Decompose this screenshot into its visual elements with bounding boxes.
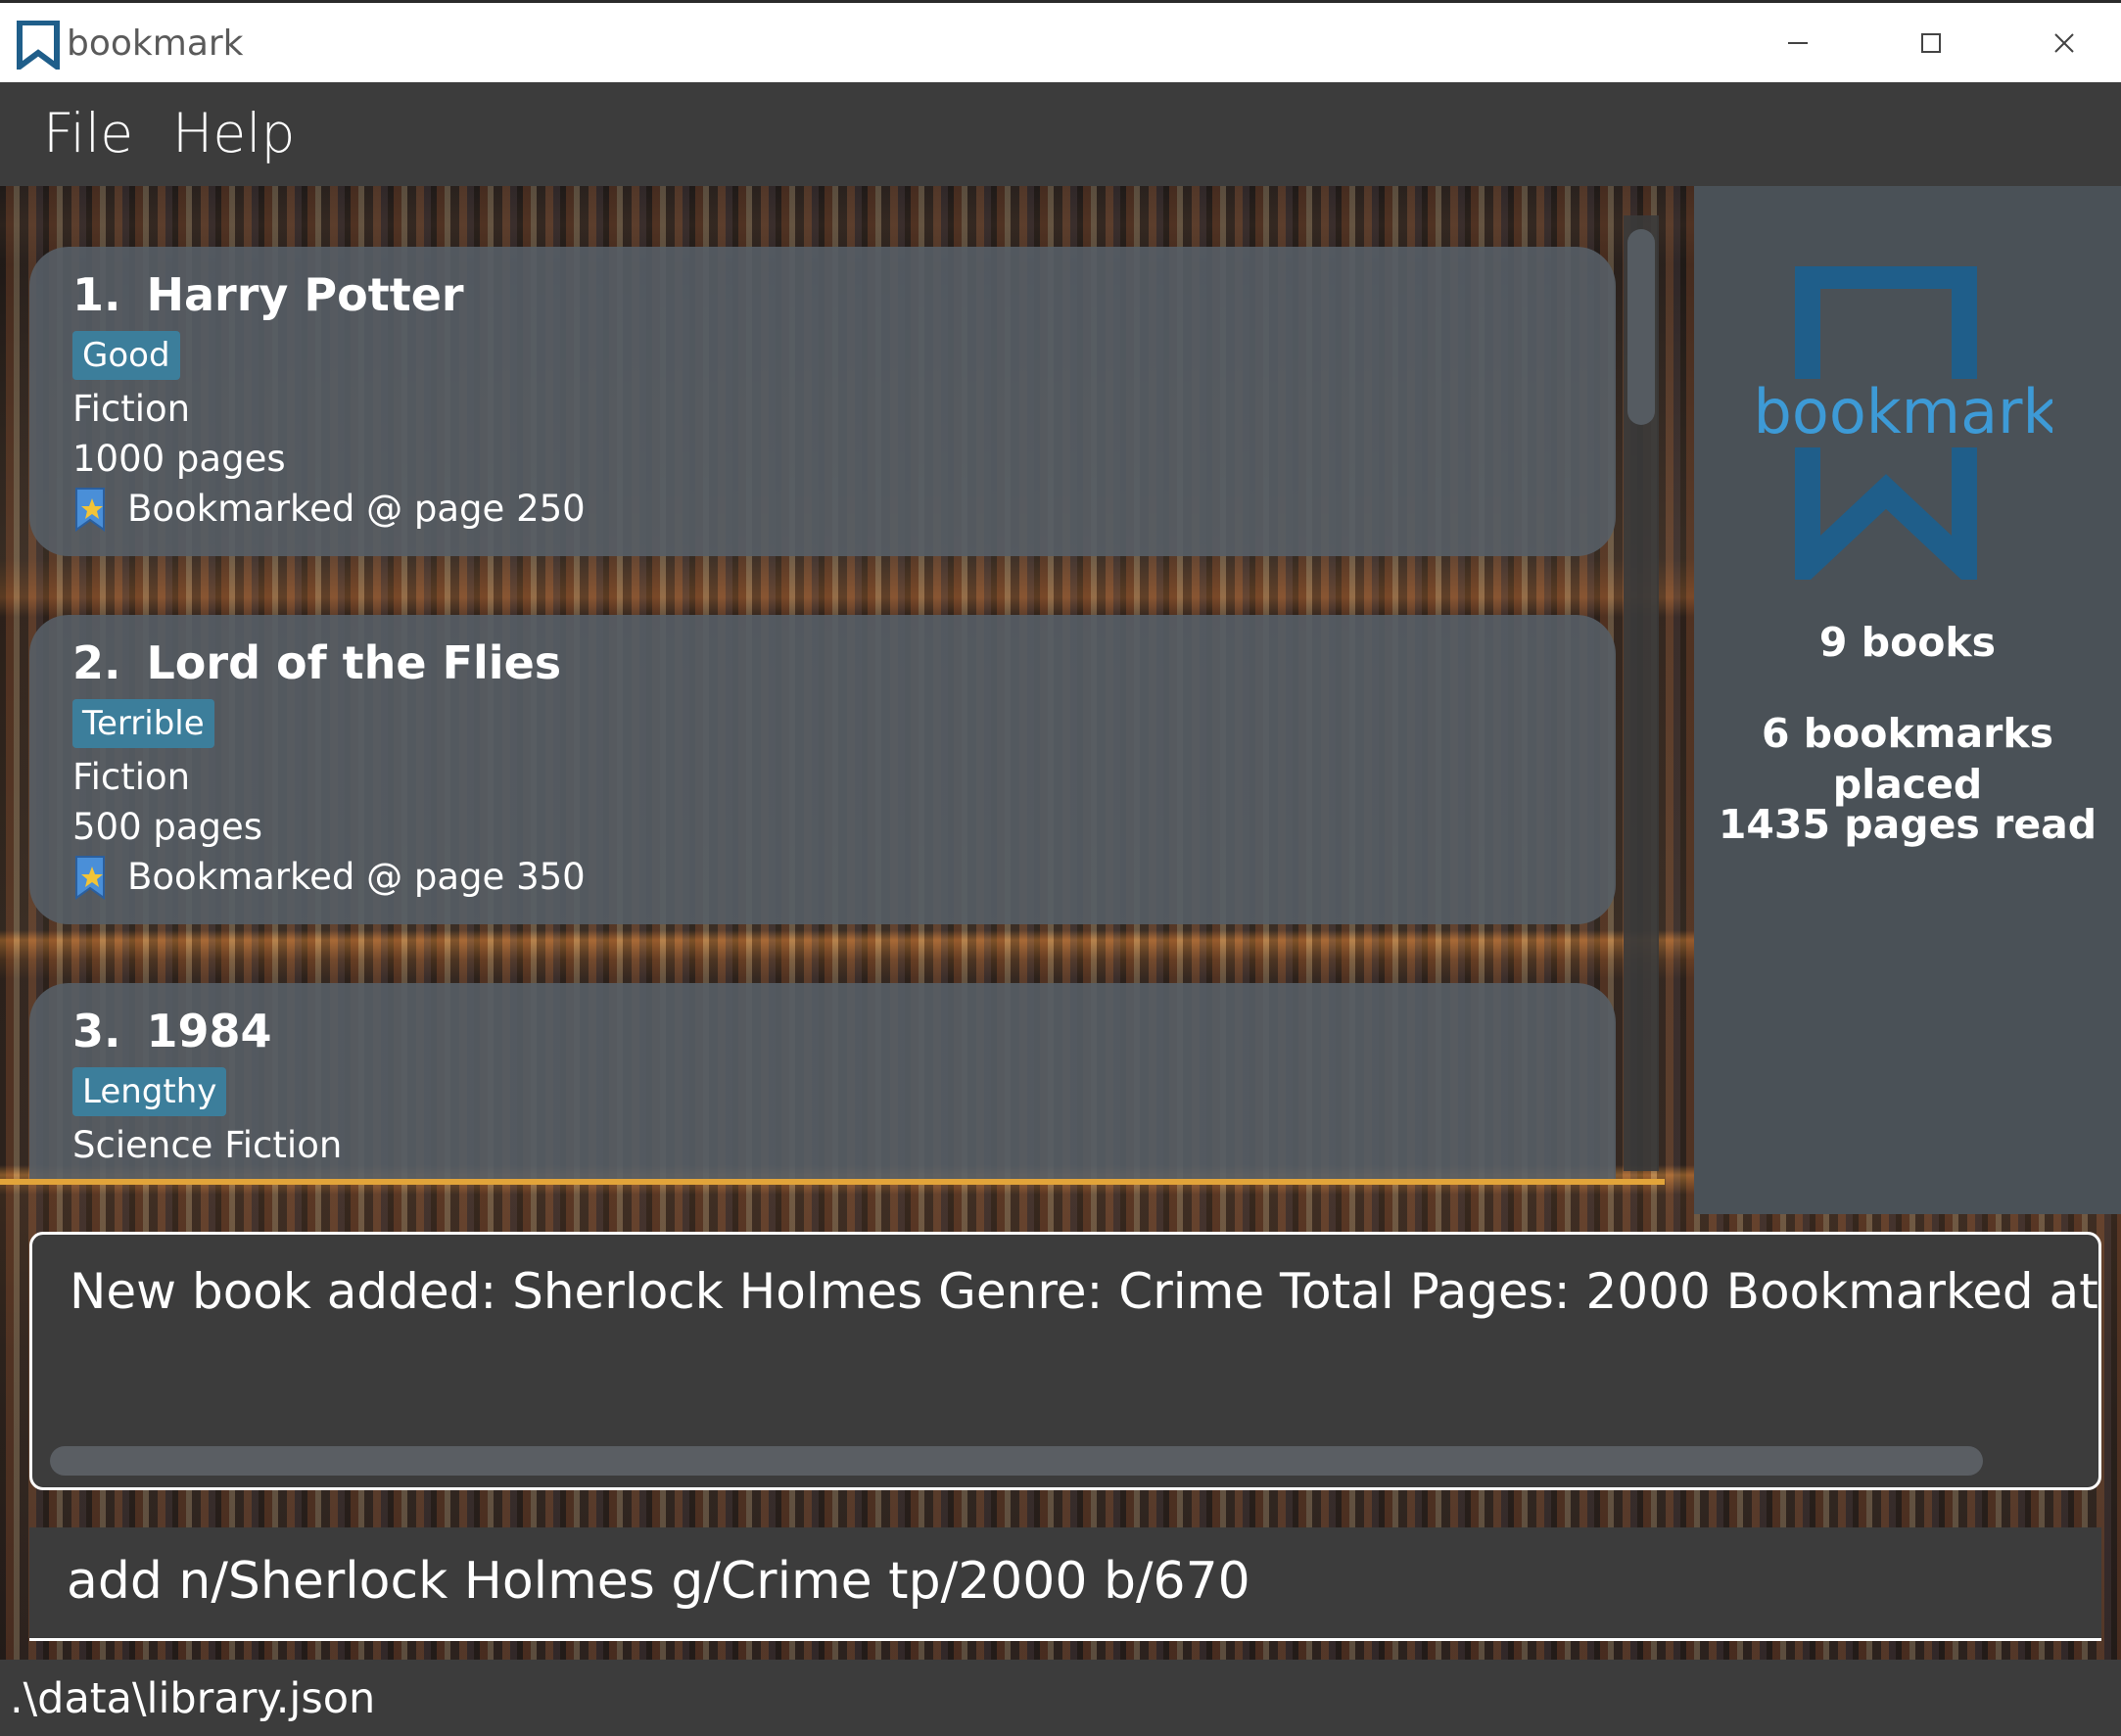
book-tag: Terrible <box>72 699 214 748</box>
result-text: New book added: Sherlock Holmes Genre: C… <box>70 1263 2101 1320</box>
book-card[interactable]: 2. Lord of the Flies Terrible Fiction 500… <box>29 615 1616 924</box>
book-card[interactable]: 1. Harry Potter Good Fiction 1000 pages B… <box>29 247 1616 556</box>
window-title: bookmark <box>67 23 244 64</box>
book-bookmark-row: Bookmarked @ page 350 <box>72 852 1616 902</box>
book-pages: 500 pages <box>72 806 263 848</box>
stats-sidebar: bookmark 9 books 6 bookmarks placed 1435… <box>1694 186 2121 1214</box>
book-heading: 1. Harry Potter <box>72 266 1616 323</box>
command-input[interactable] <box>67 1549 2064 1614</box>
book-title: Lord of the Flies <box>146 636 562 689</box>
stat-bookmarks: 6 bookmarks placed <box>1761 710 2054 808</box>
result-scrollbar[interactable] <box>50 1446 1983 1476</box>
stat-books: 9 books <box>1818 619 1997 666</box>
minimize-button[interactable] <box>1731 3 1864 82</box>
book-index: 1. <box>72 268 121 321</box>
book-tag: Good <box>72 331 180 380</box>
book-index: 2. <box>72 636 121 689</box>
book-genre: Fiction <box>72 756 191 798</box>
book-card[interactable]: 3. 1984 Lengthy Science Fiction <box>29 983 1616 1185</box>
menu-bar: File Help <box>0 82 2121 186</box>
close-icon <box>2054 32 2074 53</box>
command-box <box>29 1527 2101 1641</box>
bookmark-app-icon <box>17 21 60 70</box>
stat-pages-read: 1435 pages read <box>1718 801 2097 848</box>
book-genre: Science Fiction <box>72 1124 343 1166</box>
bookmark-star-icon <box>75 487 105 532</box>
logo-text: bookmark <box>1759 376 2052 447</box>
book-title: Harry Potter <box>146 268 464 321</box>
book-bookmark-row: Bookmarked @ page 250 <box>72 484 1616 534</box>
menu-help[interactable]: Help <box>172 104 295 163</box>
book-genre: Fiction <box>72 388 191 430</box>
minimize-icon <box>1788 41 1808 44</box>
status-file-path: .\data\library.json <box>10 1674 376 1723</box>
status-bar: .\data\library.json <box>0 1660 2121 1736</box>
book-list-panel[interactable]: 1. Harry Potter Good Fiction 1000 pages B… <box>0 186 1692 1185</box>
bookmark-star-icon <box>75 855 105 900</box>
list-divider <box>0 1179 1665 1185</box>
title-bar: bookmark <box>0 0 2121 82</box>
maximize-button[interactable] <box>1864 3 1998 82</box>
list-scrollbar-thumb[interactable] <box>1627 229 1655 425</box>
book-index: 3. <box>72 1005 121 1057</box>
bookmark-logo: bookmark <box>1759 266 2052 580</box>
book-pages: 1000 pages <box>72 438 286 480</box>
book-bookmark-text: Bookmarked @ page 250 <box>127 488 586 530</box>
book-tag: Lengthy <box>72 1067 227 1116</box>
close-button[interactable] <box>1998 3 2121 82</box>
book-heading: 3. 1984 <box>72 1003 1616 1059</box>
book-heading: 2. Lord of the Flies <box>72 634 1616 691</box>
menu-file[interactable]: File <box>43 104 133 163</box>
book-bookmark-text: Bookmarked @ page 350 <box>127 856 586 898</box>
result-display[interactable]: New book added: Sherlock Holmes Genre: C… <box>29 1232 2101 1490</box>
book-title: 1984 <box>146 1005 272 1057</box>
maximize-icon <box>1921 32 1941 53</box>
